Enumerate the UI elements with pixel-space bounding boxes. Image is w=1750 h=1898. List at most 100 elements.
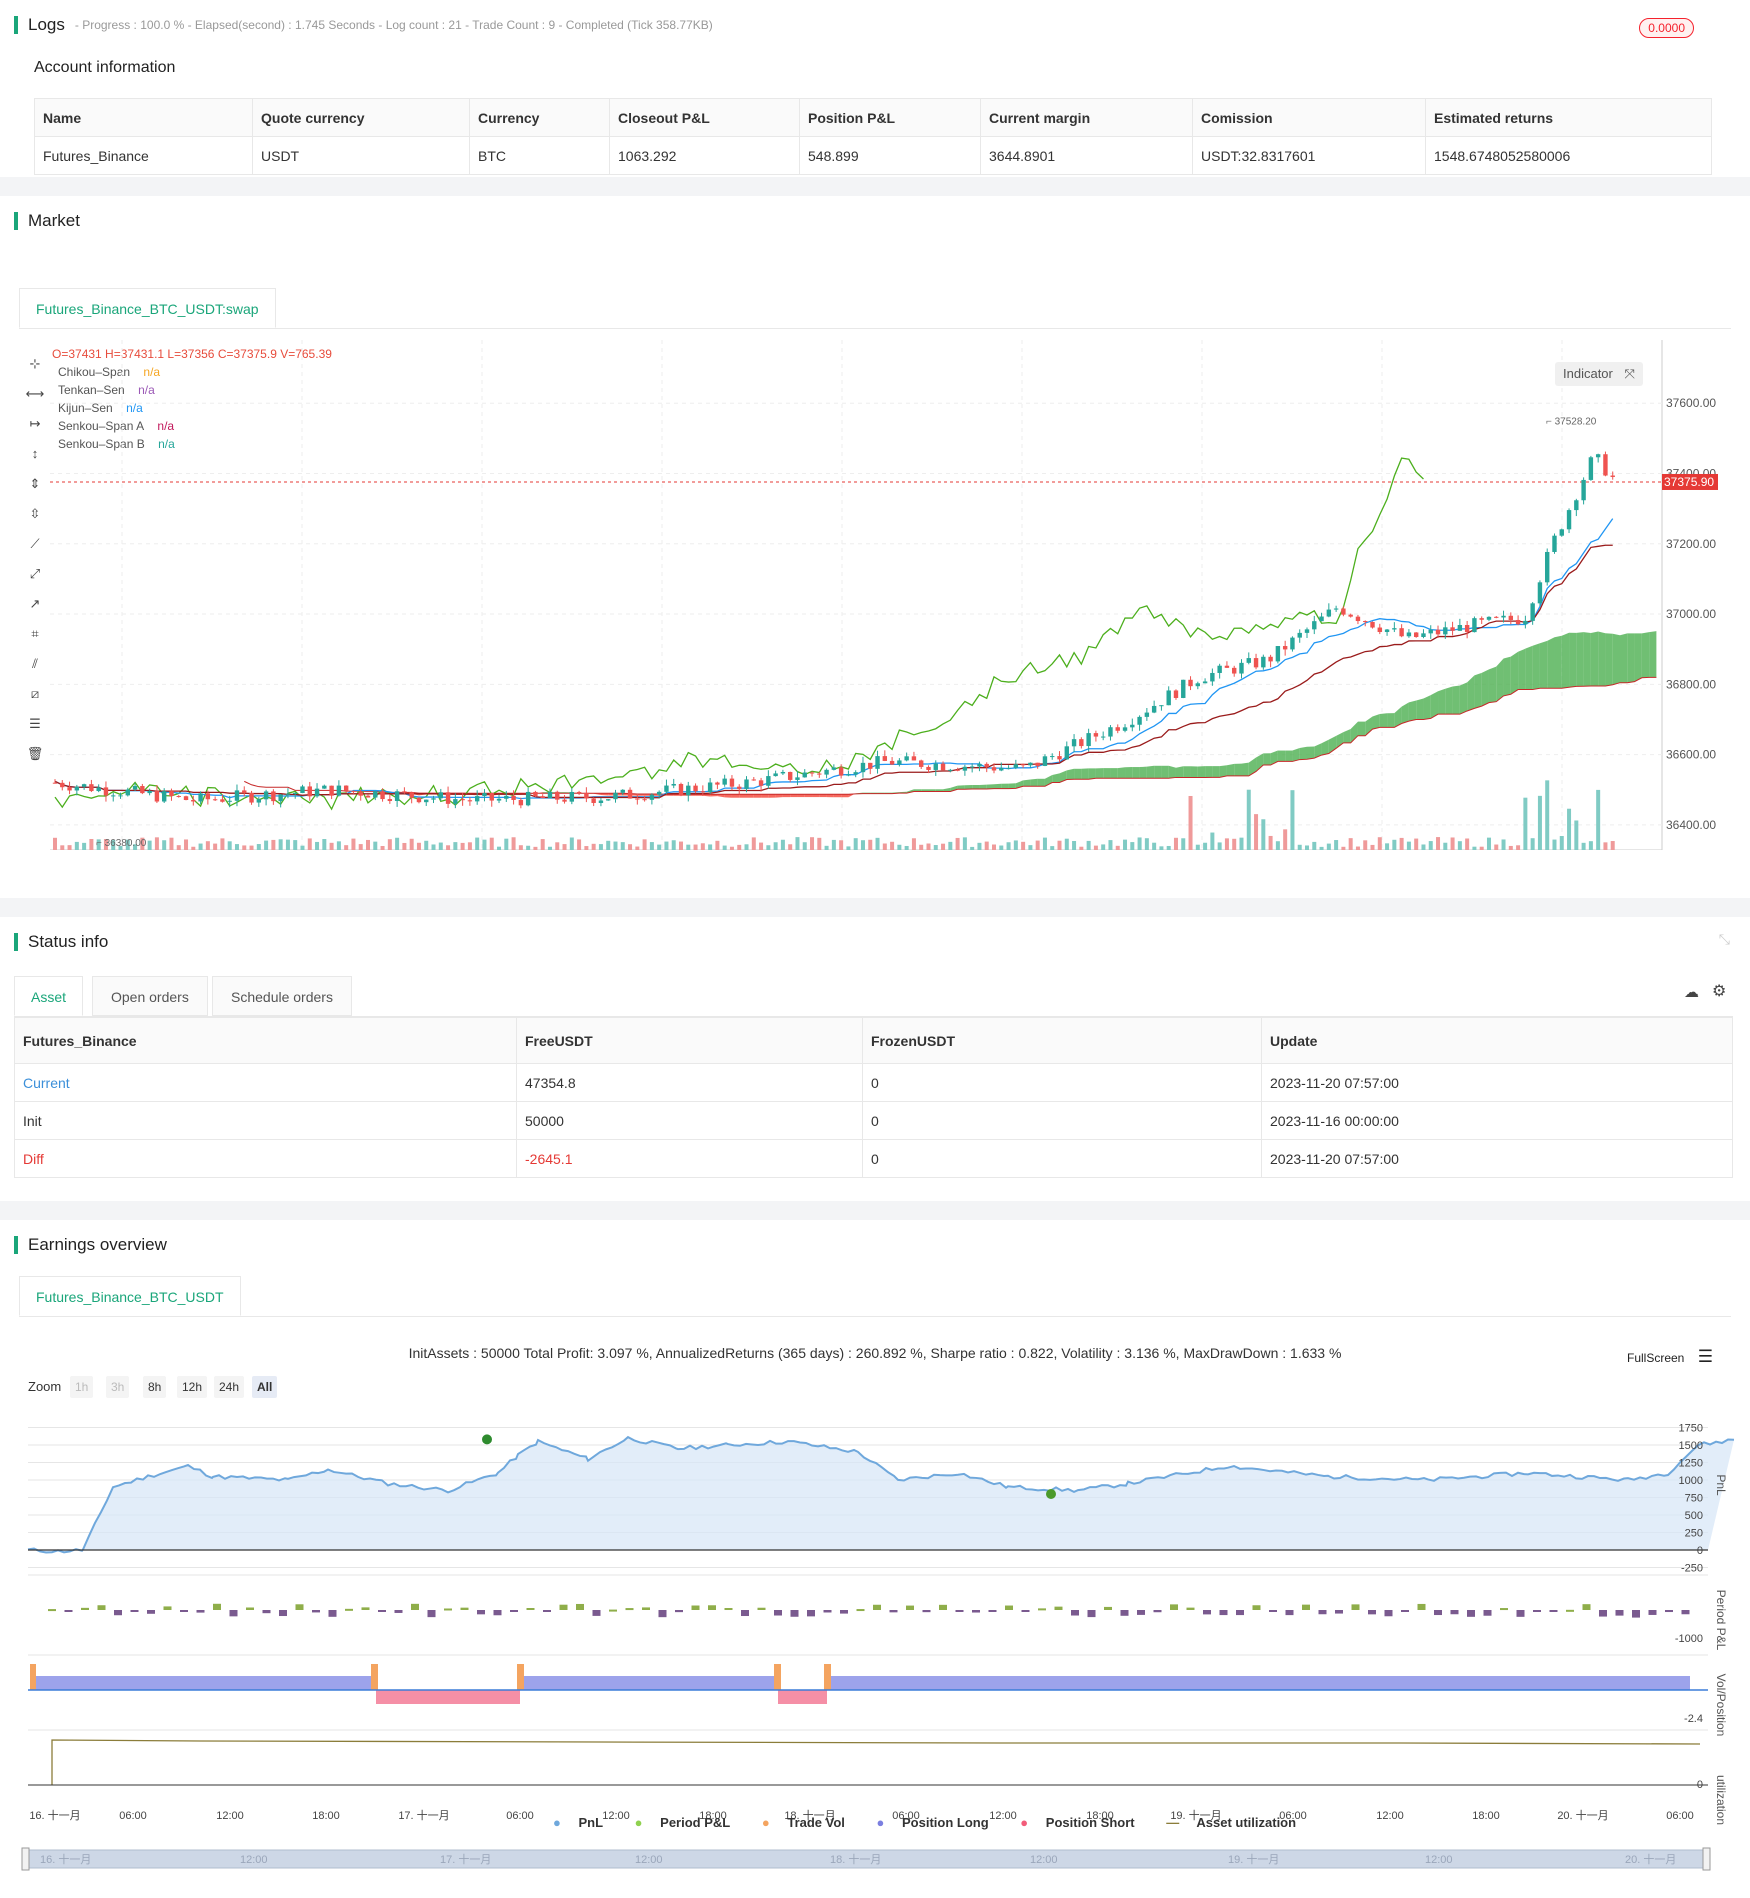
cloud-segment xyxy=(1299,746,1307,760)
volume-bar xyxy=(1348,838,1353,850)
zoom-all-button[interactable]: All xyxy=(252,1376,278,1398)
candle-body xyxy=(1326,609,1332,617)
market-panel: Market Futures_Binance_BTC_USDT:swap ⊹ ⟷… xyxy=(0,196,1750,898)
gear-icon[interactable]: ⚙ xyxy=(1712,981,1726,1001)
period-pnl-bar xyxy=(1566,1609,1574,1612)
asset-header: Futures_Binance xyxy=(14,1017,517,1064)
row-label-current[interactable]: Current xyxy=(14,1063,517,1102)
candlestick-chart[interactable]: 37600.0037400.0037200.0037000.0036800.00… xyxy=(0,340,1750,850)
position-long-bar xyxy=(35,1676,372,1690)
zoom-24h-button[interactable]: 24h xyxy=(214,1376,245,1398)
tab-asset[interactable]: Asset xyxy=(14,976,84,1016)
legend-pnl[interactable]: ● PnL xyxy=(553,1815,617,1830)
volume-bar xyxy=(1217,842,1222,850)
tab-earnings-symbol[interactable]: Futures_Binance_BTC_USDT xyxy=(19,1276,241,1316)
volume-bar xyxy=(533,846,538,850)
volume-bar xyxy=(1224,838,1229,850)
zoom-12h-button[interactable]: 12h xyxy=(177,1376,208,1398)
cloud-segment xyxy=(1212,766,1220,778)
candle-body xyxy=(569,791,575,802)
period-pnl-bar xyxy=(477,1610,485,1615)
candle-body xyxy=(1304,629,1310,633)
volume-bar xyxy=(1486,837,1491,850)
candle-body xyxy=(314,788,320,797)
logs-header: Logs - Progress : 100.0 % - Elapsed(seco… xyxy=(14,15,713,35)
candle-body xyxy=(780,771,786,774)
zoom-label: Zoom xyxy=(28,1379,62,1394)
candle-body xyxy=(1450,627,1455,631)
volume-bar xyxy=(409,838,414,850)
volume-bar xyxy=(1581,842,1586,850)
account-header: Closeout P&L xyxy=(609,98,800,137)
section-marker xyxy=(14,212,18,230)
candle-body xyxy=(940,763,946,771)
asset-cell: 0 xyxy=(862,1101,1262,1140)
navigator-tick-label: 20. 十一月 xyxy=(1625,1852,1676,1866)
volume-bar xyxy=(1101,844,1106,850)
cloud-segment xyxy=(1554,635,1562,689)
cloud-segment xyxy=(979,784,987,790)
legend-trade-vol[interactable]: ● Trade Vol xyxy=(762,1815,859,1830)
candle-body xyxy=(1064,746,1069,760)
candle-body xyxy=(322,785,327,789)
volume-bar xyxy=(380,846,385,850)
legend-position-long[interactable]: ● Position Long xyxy=(877,1815,1003,1830)
period-pnl-bar xyxy=(361,1607,370,1610)
volume-bar xyxy=(904,845,909,850)
candle-body xyxy=(591,798,596,803)
utilization-pane xyxy=(28,1729,1708,1786)
candle-body xyxy=(700,791,706,793)
volume-bar xyxy=(1254,814,1259,850)
volume-bar xyxy=(1144,838,1149,850)
candle-body xyxy=(191,800,196,802)
hamburger-icon[interactable]: ☰ xyxy=(1698,1347,1713,1366)
volume-bar xyxy=(941,843,946,850)
candle-body xyxy=(1166,690,1171,706)
volume-bar xyxy=(1064,838,1069,850)
cloud-upload-icon[interactable]: ☁ xyxy=(1684,983,1699,1001)
period-pnl-bar xyxy=(658,1610,667,1618)
cloud-segment xyxy=(1321,739,1329,756)
candle-body xyxy=(1523,620,1528,625)
volume-bar xyxy=(1210,832,1215,850)
volume-bar xyxy=(1457,841,1462,850)
volume-bar xyxy=(351,838,356,850)
period-pnl-bar xyxy=(493,1610,502,1616)
cloud-segment xyxy=(1467,675,1475,711)
candle-body xyxy=(1130,724,1135,728)
cloud-segment xyxy=(761,794,769,798)
candle-body xyxy=(933,763,938,770)
volume-bar xyxy=(1399,837,1404,850)
cloud-segment xyxy=(1190,766,1198,778)
fullscreen-button[interactable]: FullScreen ☰ xyxy=(1627,1347,1713,1367)
candle-body xyxy=(140,786,145,794)
volume-bar xyxy=(700,843,705,850)
tab-market-symbol[interactable]: Futures_Binance_BTC_USDT:swap xyxy=(19,288,276,328)
utilization-line xyxy=(51,1739,1701,1785)
account-header: Estimated returns xyxy=(1425,98,1712,137)
price-tick-label: 37600.00 xyxy=(1666,396,1716,410)
candle-body xyxy=(1028,762,1033,766)
volume-bar xyxy=(154,837,159,850)
candle-body xyxy=(1079,739,1084,747)
candle-body xyxy=(394,791,400,802)
period-pnl-bar xyxy=(1417,1603,1426,1610)
collapse-icon[interactable]: ⤡ xyxy=(1719,931,1730,948)
row-label-init: Init xyxy=(14,1101,517,1140)
legend-position-short[interactable]: ● Position Short xyxy=(1020,1815,1148,1830)
volume-bar xyxy=(839,840,844,850)
account-table: Name Quote currency Currency Closeout P&… xyxy=(34,98,1712,175)
zoom-1h-button[interactable]: 1h xyxy=(70,1376,94,1398)
zoom-3h-button[interactable]: 3h xyxy=(106,1376,130,1398)
candle-body xyxy=(1108,727,1113,737)
tab-schedule-orders[interactable]: Schedule orders xyxy=(212,976,352,1016)
legend-period-pnl[interactable]: ● Period P&L xyxy=(635,1815,745,1830)
period-pnl-bar xyxy=(48,1609,56,1612)
candle-body xyxy=(1312,621,1317,630)
legend-asset-utilization[interactable]: — Asset utilization xyxy=(1166,1815,1310,1830)
volume-bar xyxy=(1334,840,1339,850)
candle-body xyxy=(1268,656,1273,662)
zoom-8h-button[interactable]: 8h xyxy=(143,1376,167,1398)
candle-body xyxy=(438,792,443,799)
tab-open-orders[interactable]: Open orders xyxy=(92,976,208,1016)
